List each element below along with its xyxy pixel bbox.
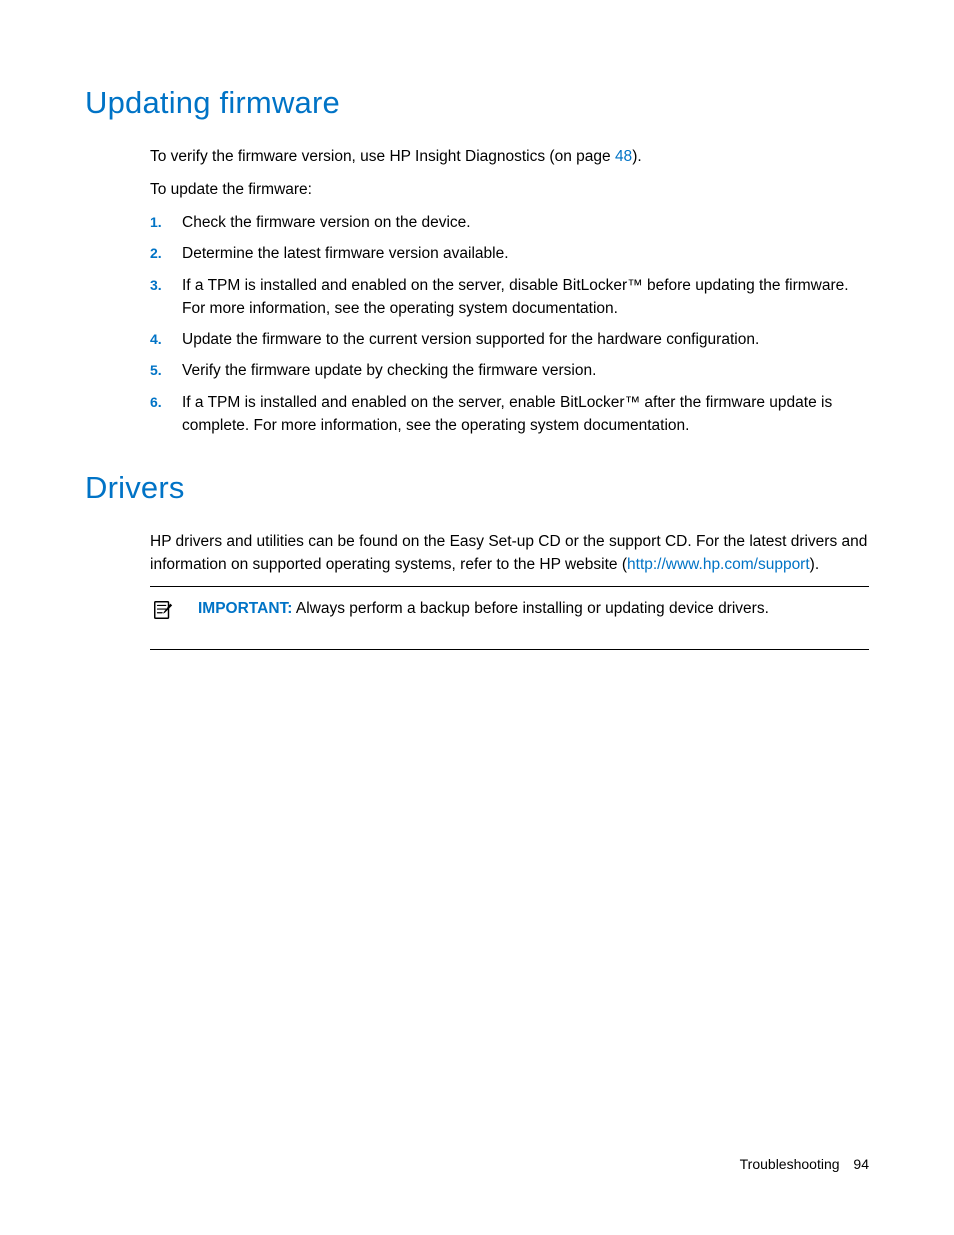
list-item: 3. If a TPM is installed and enabled on … [150,274,869,321]
intro-pre-text: To verify the firmware version, use HP I… [150,148,615,165]
drivers-post-text: ). [810,556,819,573]
step-number: 3. [150,274,182,296]
firmware-steps-list: 1. Check the firmware version on the dev… [150,211,869,437]
step-number: 4. [150,328,182,350]
hp-support-link[interactable]: http://www.hp.com/support [627,556,810,573]
important-note-block: IMPORTANT: Always perform a backup befor… [150,586,869,650]
step-number: 5. [150,359,182,381]
step-text: Verify the firmware update by checking t… [182,359,869,382]
page-footer: Troubleshooting 94 [740,1154,869,1175]
intro-paragraph: To verify the firmware version, use HP I… [150,145,869,168]
step-text: If a TPM is installed and enabled on the… [182,274,869,321]
step-text: Check the firmware version on the device… [182,211,869,234]
important-text: Always perform a backup before installin… [292,600,768,617]
step-text: Update the firmware to the current versi… [182,328,869,351]
heading-updating-firmware: Updating firmware [85,80,869,127]
intro-post-text: ). [632,148,641,165]
step-text: If a TPM is installed and enabled on the… [182,391,869,438]
update-firmware-lead: To update the firmware: [150,178,869,201]
heading-drivers: Drivers [85,465,869,512]
list-item: 6. If a TPM is installed and enabled on … [150,391,869,438]
footer-page-number: 94 [853,1156,869,1172]
step-text: Determine the latest firmware version av… [182,242,869,265]
list-item: 1. Check the firmware version on the dev… [150,211,869,234]
list-item: 2. Determine the latest firmware version… [150,242,869,265]
drivers-paragraph: HP drivers and utilities can be found on… [150,530,869,577]
list-item: 5. Verify the firmware update by checkin… [150,359,869,382]
step-number: 1. [150,211,182,233]
list-item: 4. Update the firmware to the current ve… [150,328,869,351]
note-pencil-icon [152,599,174,621]
step-number: 6. [150,391,182,413]
important-label: IMPORTANT: [198,600,292,617]
step-number: 2. [150,242,182,264]
page-link-48[interactable]: 48 [615,148,632,165]
footer-section-name: Troubleshooting [740,1156,840,1172]
